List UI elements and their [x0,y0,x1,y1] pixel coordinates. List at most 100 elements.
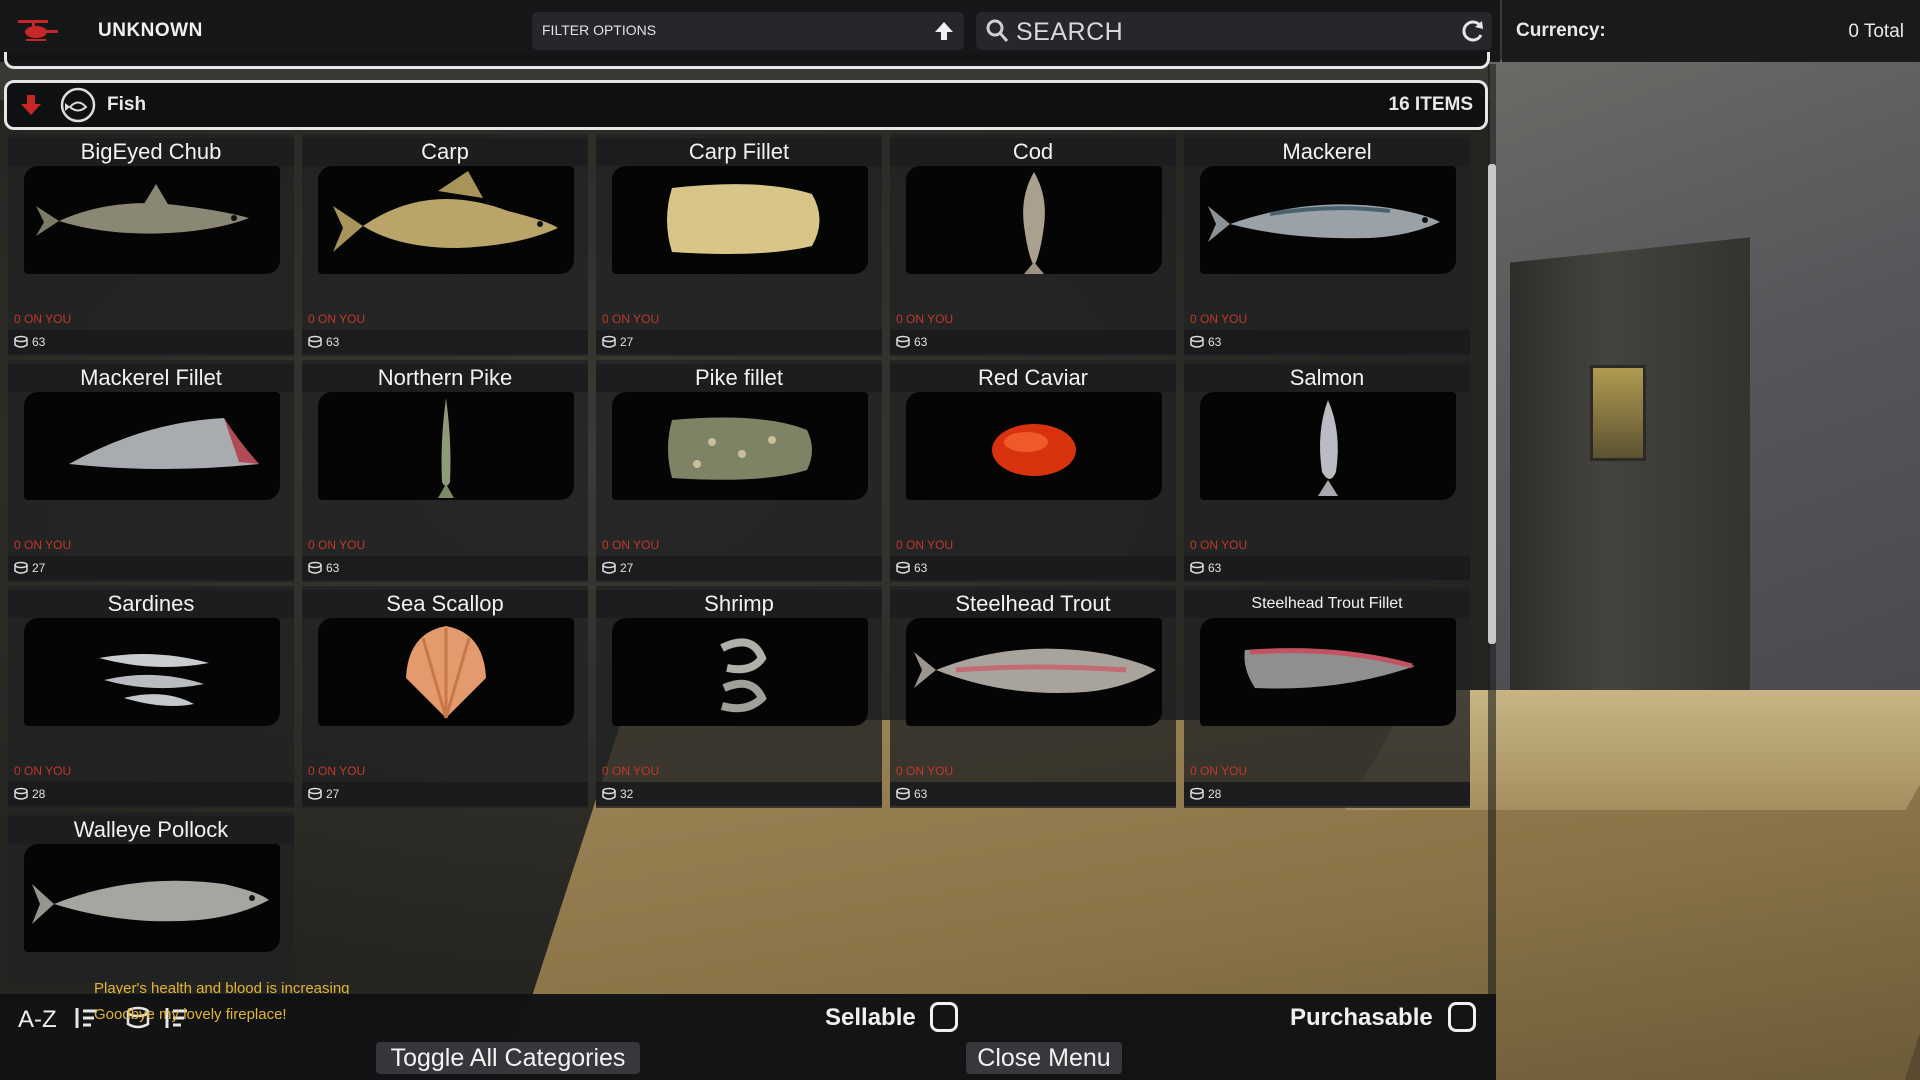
item-card[interactable]: Pike fillet 0 ON YOU 27 [596,360,882,582]
close-menu-button[interactable]: Close Menu [966,1042,1122,1074]
price-row: 63 [302,330,588,354]
price-row: 63 [8,330,294,354]
currency-label: Currency: [1516,20,1606,41]
item-name: Carp Fillet [596,138,882,166]
coin-stack-icon [308,787,322,800]
item-card[interactable]: Salmon 0 ON YOU 63 [1184,360,1470,582]
scrollbar[interactable] [1488,64,1496,994]
arrow-up-icon[interactable] [932,19,956,43]
item-name: BigEyed Chub [8,138,294,166]
mackerel-fillet-image [24,392,280,500]
item-name: Salmon [1184,364,1470,392]
walleye-pollock-image [24,844,280,952]
steelhead-trout-image [906,618,1162,726]
item-card[interactable]: Steelhead Trout 0 ON YOU 63 [890,586,1176,808]
on-you-count: 0 ON YOU [308,764,366,778]
salmon-image [1200,392,1456,500]
coin-stack-icon [308,335,322,348]
fish-category-icon [60,87,96,123]
coin-stack-icon [14,335,28,348]
carp-image [318,166,574,274]
item-price: 27 [32,561,46,575]
coin-stack-icon [1190,335,1204,348]
bigeyed-chub-image [24,166,280,274]
item-name: Walleye Pollock [8,816,294,844]
toggle-all-categories-button[interactable]: Toggle All Categories [376,1042,640,1074]
price-row: 28 [1184,782,1470,806]
item-card[interactable]: Cod 0 ON YOU 63 [890,134,1176,356]
item-name: Carp [302,138,588,166]
item-price: 63 [326,335,340,349]
item-price: 28 [1208,787,1222,801]
purchasable-label: Purchasable [1290,1004,1433,1031]
price-row: 63 [890,782,1176,806]
category-header-fish[interactable]: Fish 16 ITEMS [4,80,1488,130]
purchasable-checkbox[interactable] [1448,1002,1476,1032]
item-card[interactable]: Walleye Pollock [8,812,294,982]
northern-pike-image [318,392,574,500]
search-box[interactable] [976,12,1492,50]
filter-options-label: FILTER OPTIONS [542,22,657,38]
item-name: Northern Pike [302,364,588,392]
item-card[interactable]: Red Caviar 0 ON YOU 63 [890,360,1176,582]
item-name: Steelhead Trout Fillet [1184,590,1470,618]
refresh-icon[interactable] [1460,18,1486,44]
on-you-count: 0 ON YOU [14,764,72,778]
on-you-count: 0 ON YOU [602,538,660,552]
search-icon [986,19,1009,42]
item-card[interactable]: Sea Scallop 0 ON YOU 27 [302,586,588,808]
price-row: 63 [1184,556,1470,580]
scrollbar-thumb[interactable] [1488,164,1496,644]
price-row: 27 [596,330,882,354]
carp-fillet-image [612,166,868,274]
sort-az-label[interactable]: A-Z [18,1006,57,1034]
item-card[interactable]: Mackerel 0 ON YOU 63 [1184,134,1470,356]
item-card[interactable]: BigEyed Chub 0 ON YOU 63 [8,134,294,356]
item-card[interactable]: Mackerel Fillet 0 ON YOU 27 [8,360,294,582]
item-name: Mackerel Fillet [8,364,294,392]
item-card[interactable]: Shrimp 0 ON YOU 32 [596,586,882,808]
coin-stack-icon [896,561,910,574]
item-card[interactable]: Steelhead Trout Fillet 0 ON YOU 28 [1184,586,1470,808]
item-name: Red Caviar [890,364,1176,392]
price-row: 27 [596,556,882,580]
item-price: 63 [32,335,46,349]
on-you-count: 0 ON YOU [308,312,366,326]
item-card[interactable]: Carp 0 ON YOU 63 [302,134,588,356]
item-name: Sea Scallop [302,590,588,618]
cod-image [906,166,1162,274]
on-you-count: 0 ON YOU [896,764,954,778]
scene-window [1590,365,1646,461]
item-price: 63 [914,787,928,801]
price-row: 63 [890,330,1176,354]
item-card[interactable]: Carp Fillet 0 ON YOU 27 [596,134,882,356]
currency-bar: Currency: 0 Total [1502,0,1920,62]
sellable-checkbox[interactable] [930,1002,958,1032]
item-card[interactable]: Northern Pike 0 ON YOU 63 [302,360,588,582]
red-caviar-image [906,392,1162,500]
sardines-image [24,618,280,726]
filter-options-dropdown[interactable]: FILTER OPTIONS [532,12,964,50]
item-name: Pike fillet [596,364,882,392]
collapse-arrow-icon[interactable] [19,93,43,117]
item-price: 28 [32,787,46,801]
item-price: 63 [326,561,340,575]
sellable-label: Sellable [825,1004,916,1031]
item-name: Steelhead Trout [890,590,1176,618]
on-you-count: 0 ON YOU [14,312,72,326]
pike-fillet-image [612,392,868,500]
coin-stack-icon [14,561,28,574]
item-price: 27 [326,787,340,801]
on-you-count: 0 ON YOU [14,538,72,552]
category-item-count: 16 ITEMS [1388,94,1473,115]
mackerel-image [1200,166,1456,274]
on-you-count: 0 ON YOU [1190,538,1248,552]
price-row: 63 [302,556,588,580]
item-card[interactable]: Sardines 0 ON YOU 28 [8,586,294,808]
price-row: 28 [8,782,294,806]
on-you-count: 0 ON YOU [308,538,366,552]
coin-stack-icon [602,335,616,348]
item-price: 63 [1208,561,1222,575]
search-input[interactable] [1014,15,1438,49]
on-you-count: 0 ON YOU [896,312,954,326]
